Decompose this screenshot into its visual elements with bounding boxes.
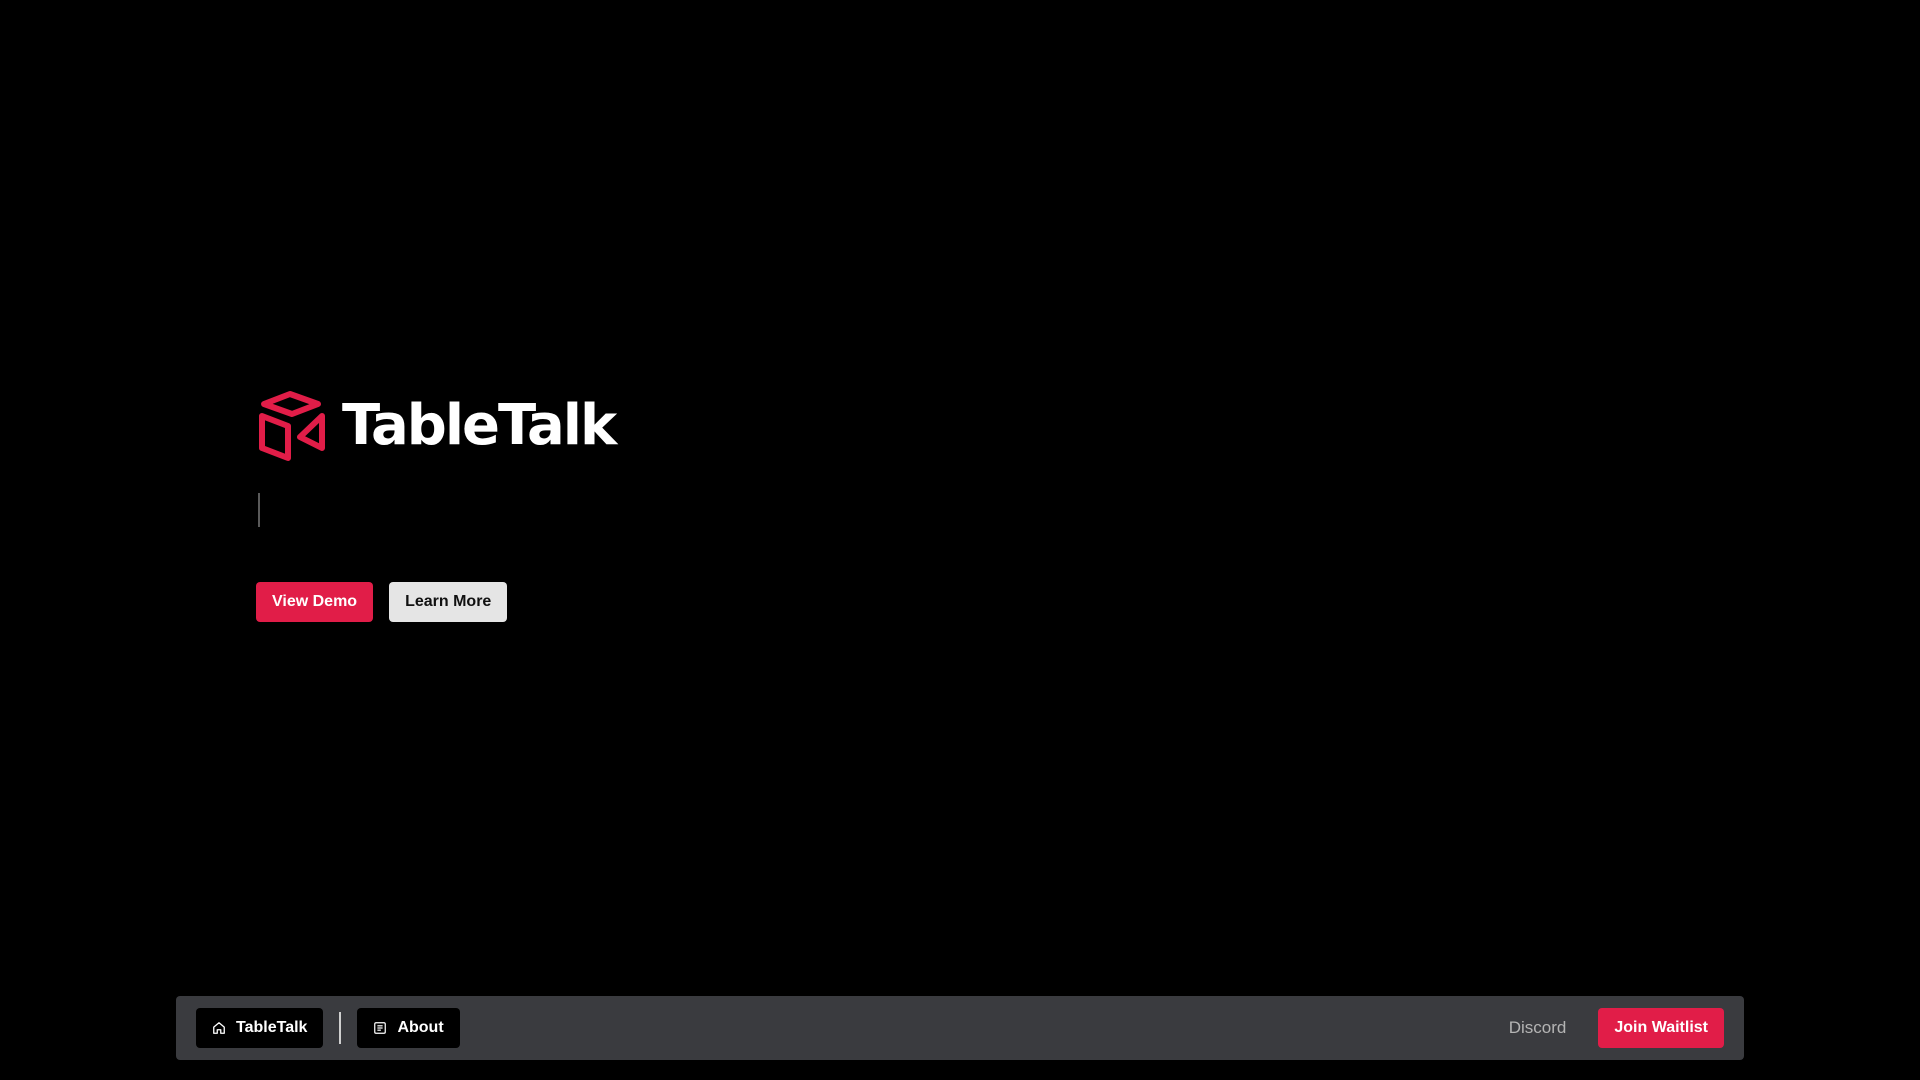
home-icon [213, 1022, 225, 1034]
discord-link[interactable]: Discord [1509, 1018, 1567, 1038]
join-waitlist-button[interactable]: Join Waitlist [1598, 1008, 1724, 1048]
newspaper-icon [374, 1022, 387, 1034]
brand: TableTalk [256, 390, 617, 462]
nav-about-label: About [397, 1019, 444, 1036]
nav-home-button[interactable]: TableTalk [196, 1008, 324, 1048]
view-demo-button[interactable]: View Demo [256, 582, 374, 622]
nav-home-label: TableTalk [236, 1019, 308, 1036]
nav-divider [339, 1012, 342, 1044]
typing-caret [258, 493, 260, 527]
hero-actions: View Demo Learn More [256, 582, 508, 622]
brand-title: TableTalk [342, 393, 617, 458]
nav-about-button[interactable]: About [357, 1008, 460, 1048]
landing-page: TableTalk View Demo Learn More TableTalk… [0, 0, 1920, 1080]
isometric-box-icon [259, 391, 325, 461]
learn-more-button[interactable]: Learn More [389, 582, 508, 622]
bottom-navbar: TableTalk About Discord Join Waitlist [176, 996, 1744, 1060]
hero-section: TableTalk View Demo Learn More [256, 390, 617, 622]
